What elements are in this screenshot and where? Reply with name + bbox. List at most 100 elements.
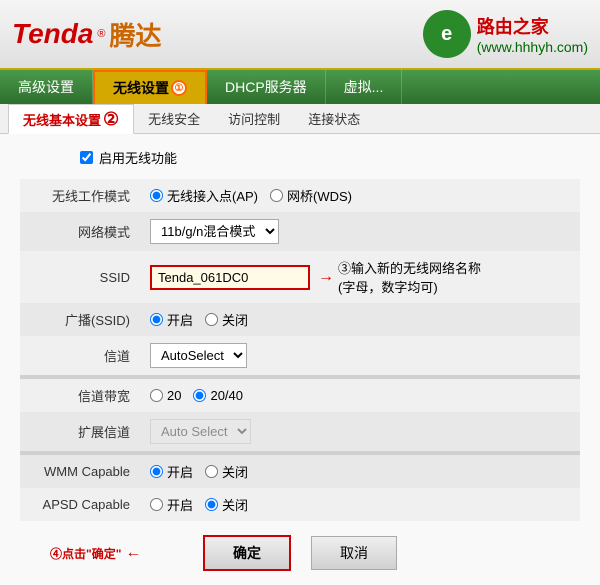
ssid-input[interactable] [150,265,310,290]
bandwidth-20-radio[interactable] [150,389,163,402]
wmm-off-label[interactable]: 关闭 [205,462,248,481]
broadcast-off-text: 关闭 [222,310,248,329]
ext-channel-label: 扩展信道 [20,412,140,451]
site-name: 路由之家 [477,13,588,39]
ext-channel-select: Auto Select [150,419,251,444]
bottom-callout: ④点击"确定" ← [50,544,141,562]
sub-nav-arrow: ② [103,109,119,130]
ssid-callout-line2: (字母，数字均可) [338,277,481,296]
mode-ap-radio[interactable] [150,189,163,202]
broadcast-on-radio[interactable] [150,313,163,326]
ssid-label: SSID [20,251,140,303]
wmm-radio-group: 开启 关闭 [150,462,248,481]
channel-label: 信道 [20,336,140,375]
broadcast-on-text: 开启 [167,310,193,329]
wmm-on-label[interactable]: 开启 [150,462,193,481]
apsd-row: APSD Capable 开启 关闭 [20,488,580,521]
apsd-on-radio[interactable] [150,498,163,511]
apsd-on-text: 开启 [167,495,193,514]
nav-item-dhcp[interactable]: DHCP服务器 [207,70,326,104]
wmm-off-radio[interactable] [205,465,218,478]
main-content: 启用无线功能 无线工作模式 无线接入点(AP) 网桥(WDS) [0,134,600,585]
channel-row: 信道 AutoSelect 1 2 3 [20,336,580,375]
mode-wds-label[interactable]: 网桥(WDS) [270,186,352,205]
sub-nav-status[interactable]: 连接状态 [294,104,374,133]
network-mode-select[interactable]: 11b/g/n混合模式 [150,219,279,244]
apsd-radio-group: 开启 关闭 [150,495,248,514]
network-mode-value: 11b/g/n混合模式 [150,219,570,244]
sub-nav-basic[interactable]: 无线基本设置 ② [8,104,134,134]
button-row: ④点击"确定" ← 确定 取消 [20,535,580,571]
bandwidth-label: 信道带宽 [20,379,140,412]
wireless-mode-radio-group: 无线接入点(AP) 网桥(WDS) [150,186,352,205]
channel-value: AutoSelect 1 2 3 [150,343,570,368]
bandwidth-value: 20 20/40 [150,388,570,403]
broadcast-row: 广播(SSID) 开启 关闭 [20,303,580,336]
bandwidth-row: 信道带宽 20 20/40 [20,379,580,412]
nav-item-advanced[interactable]: 高级设置 [0,70,93,104]
header: Tenda ® 腾达 e 路由之家 (www.hhhyh.com) [0,0,600,70]
wmm-off-text: 关闭 [222,462,248,481]
broadcast-radio-group: 开启 关闭 [150,310,248,329]
bandwidth-20-text: 20 [167,388,181,403]
ssid-value-cell: → ③输入新的无线网络名称 (字母，数字均可) [150,258,570,296]
channel-select[interactable]: AutoSelect 1 2 3 [150,343,247,368]
apsd-on-label[interactable]: 开启 [150,495,193,514]
confirm-button[interactable]: 确定 [203,535,291,571]
cancel-button[interactable]: 取消 [311,536,397,570]
tenda-brand: Tenda [12,18,93,50]
sub-nav-access[interactable]: 访问控制 [214,104,294,133]
apsd-off-text: 关闭 [222,495,248,514]
broadcast-off-label[interactable]: 关闭 [205,310,248,329]
site-url: (www.hhhyh.com) [477,39,588,55]
wireless-mode-value: 无线接入点(AP) 网桥(WDS) [150,186,570,205]
wireless-mode-label: 无线工作模式 [20,179,140,212]
mode-wds-radio[interactable] [270,189,283,202]
wmm-on-text: 开启 [167,462,193,481]
broadcast-value: 开启 关闭 [150,310,570,329]
nav-item-virtual[interactable]: 虚拟... [326,70,403,104]
logo-left: Tenda ® 腾达 [12,16,162,53]
broadcast-label: 广播(SSID) [20,303,140,336]
ext-channel-row: 扩展信道 Auto Select [20,412,580,451]
settings-table: 无线工作模式 无线接入点(AP) 网桥(WDS) [20,179,580,521]
wmm-value: 开启 关闭 [150,462,570,481]
apsd-off-label[interactable]: 关闭 [205,495,248,514]
bottom-callout-text: ④点击"确定" [50,545,121,562]
wmm-on-radio[interactable] [150,465,163,478]
wmm-label: WMM Capable [20,455,140,488]
enable-wireless-label[interactable]: 启用无线功能 [99,148,177,167]
ssid-callout-text: ③输入新的无线网络名称 (字母，数字均可) [338,258,481,296]
mode-ap-label[interactable]: 无线接入点(AP) [150,186,258,205]
ssid-row: SSID → ③输入新的无线网络名称 (字母，数字均可) [20,251,580,303]
sub-nav: 无线基本设置 ② 无线安全 访问控制 连接状态 [0,104,600,134]
wireless-mode-row: 无线工作模式 无线接入点(AP) 网桥(WDS) [20,179,580,212]
network-mode-row: 网络模式 11b/g/n混合模式 [20,212,580,251]
ssid-callout-arrow: → [318,268,334,286]
top-nav: 高级设置 无线设置 ① DHCP服务器 虚拟... [0,70,600,104]
nav-item-wireless[interactable]: 无线设置 ① [93,70,207,104]
bandwidth-2040-label[interactable]: 20/40 [193,388,243,403]
mode-ap-text: 无线接入点(AP) [167,186,258,205]
site-logo-circle: e [423,10,471,58]
logo-circle-text: e [441,23,452,46]
bandwidth-radio-group: 20 20/40 [150,388,243,403]
site-info: 路由之家 (www.hhhyh.com) [477,13,588,55]
sub-nav-security[interactable]: 无线安全 [134,104,214,133]
enable-wireless-checkbox[interactable] [80,151,93,164]
bottom-callout-arrow: ← [125,544,141,562]
tengda-brand: 腾达 [110,16,162,53]
network-mode-label: 网络模式 [20,212,140,251]
broadcast-off-radio[interactable] [205,313,218,326]
apsd-off-radio[interactable] [205,498,218,511]
enable-wireless-row: 启用无线功能 [20,148,580,167]
logo-right: e 路由之家 (www.hhhyh.com) [423,10,588,58]
nav-badge-wireless: ① [171,80,187,96]
bandwidth-20-label[interactable]: 20 [150,388,181,403]
broadcast-on-label[interactable]: 开启 [150,310,193,329]
bandwidth-2040-radio[interactable] [193,389,206,402]
apsd-value: 开启 关闭 [150,495,570,514]
ext-channel-value: Auto Select [150,419,570,444]
bandwidth-2040-text: 20/40 [210,388,243,403]
ssid-callout-line1: ③输入新的无线网络名称 [338,258,481,277]
